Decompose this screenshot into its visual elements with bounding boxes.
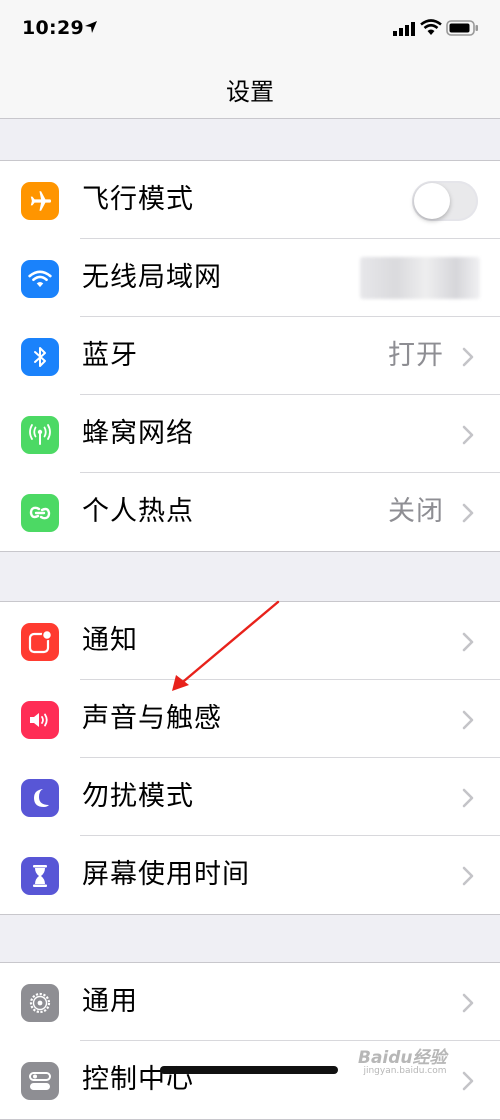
hotspot-status-value: 关闭 [388,496,444,527]
watermark-logo: Baidu经验 jingyan.baidu.com [358,1043,447,1076]
annotation-arrow [172,600,280,691]
wifi-icon [420,19,442,35]
gear-icon [21,984,59,1022]
page-title: 设置 [226,78,274,106]
hotspot-icon [21,494,59,532]
settings-row-label: 个人热点 [82,496,194,527]
notifications-icon [21,623,59,661]
cellular-signal-icon [393,22,415,36]
chevron-right-icon [462,866,474,886]
connectivity-group: 飞行模式 无线局域网 蓝牙 打开 蜂窝网络 个人热点 关闭 [0,160,500,552]
battery-icon [446,20,478,36]
settings-row-personal-hotspot[interactable]: 个人热点 关闭 [0,473,500,551]
airplane-mode-toggle[interactable] [412,181,478,221]
hourglass-icon [21,857,59,895]
navigation-bar: 设置 [0,60,500,119]
settings-row-airplane-mode[interactable]: 飞行模式 [0,161,500,239]
wifi-network-name-blurred [360,257,480,299]
chevron-right-icon [462,710,474,730]
cellular-antenna-icon [21,416,59,454]
wifi-icon [21,260,59,298]
moon-icon [21,779,59,817]
settings-row-do-not-disturb[interactable]: 勿扰模式 [0,758,500,836]
chevron-right-icon [462,347,474,367]
settings-row-label: 蓝牙 [82,340,138,371]
settings-row-label: 声音与触感 [82,703,222,734]
watermark-text: Baidu经验 [358,1048,447,1068]
bluetooth-icon [21,338,59,376]
chevron-right-icon [462,993,474,1013]
airplane-icon [21,182,59,220]
settings-row-label: 屏幕使用时间 [82,859,250,890]
settings-row-general[interactable]: 通用 [0,963,500,1041]
settings-row-cellular[interactable]: 蜂窝网络 [0,395,500,473]
settings-row-label: 无线局域网 [82,262,222,293]
settings-row-wifi[interactable]: 无线局域网 [0,239,500,317]
settings-row-bluetooth[interactable]: 蓝牙 打开 [0,317,500,395]
toggle-knob [414,183,450,219]
chevron-right-icon [462,788,474,808]
location-arrow-icon [85,21,97,33]
home-indicator[interactable] [160,1066,338,1074]
settings-row-label: 勿扰模式 [82,781,194,812]
settings-row-label: 通用 [82,986,138,1017]
speaker-icon [21,701,59,739]
bluetooth-status-value: 打开 [388,340,444,371]
general-group: 通用 控制中心 [0,962,500,1120]
settings-row-label: 蜂窝网络 [82,418,194,449]
chevron-right-icon [462,632,474,652]
settings-row-label: 通知 [82,625,138,656]
status-bar: 10:29 [0,0,500,60]
settings-row-label: 飞行模式 [82,184,194,215]
settings-row-screen-time[interactable]: 屏幕使用时间 [0,836,500,914]
status-time: 10:29 [22,17,84,39]
control-center-icon [21,1062,59,1100]
chevron-right-icon [462,425,474,445]
chevron-right-icon [462,1071,474,1091]
watermark-subtext: jingyan.baidu.com [363,1066,447,1076]
chevron-right-icon [462,503,474,523]
